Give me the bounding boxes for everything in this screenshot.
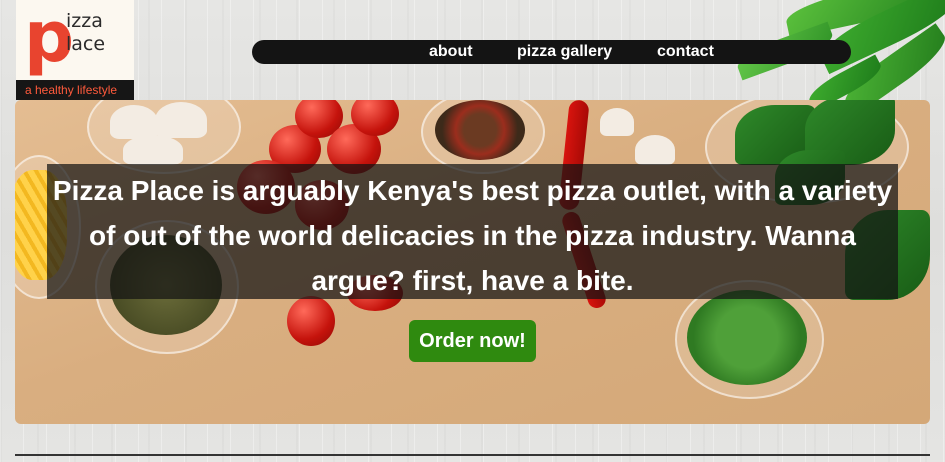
nav-link-contact[interactable]: contact xyxy=(657,40,714,64)
next-section-edge xyxy=(15,454,930,462)
logo-tagline: a healthy lifestyle xyxy=(16,80,134,100)
logo-word-bottom: lace xyxy=(66,33,106,55)
main-navigation: about pizza gallery contact xyxy=(252,40,851,64)
hero-headline: Pizza Place is arguably Kenya's best piz… xyxy=(52,175,893,296)
nav-link-pizza-gallery[interactable]: pizza gallery xyxy=(517,40,612,64)
hero-banner: Pizza Place is arguably Kenya's best piz… xyxy=(15,100,930,424)
logo-word-top: izza xyxy=(66,10,103,32)
order-now-button[interactable]: Order now! xyxy=(409,320,536,362)
nav-link-about[interactable]: about xyxy=(429,40,473,64)
site-logo[interactable]: p izza lace a healthy lifestyle xyxy=(16,0,134,100)
